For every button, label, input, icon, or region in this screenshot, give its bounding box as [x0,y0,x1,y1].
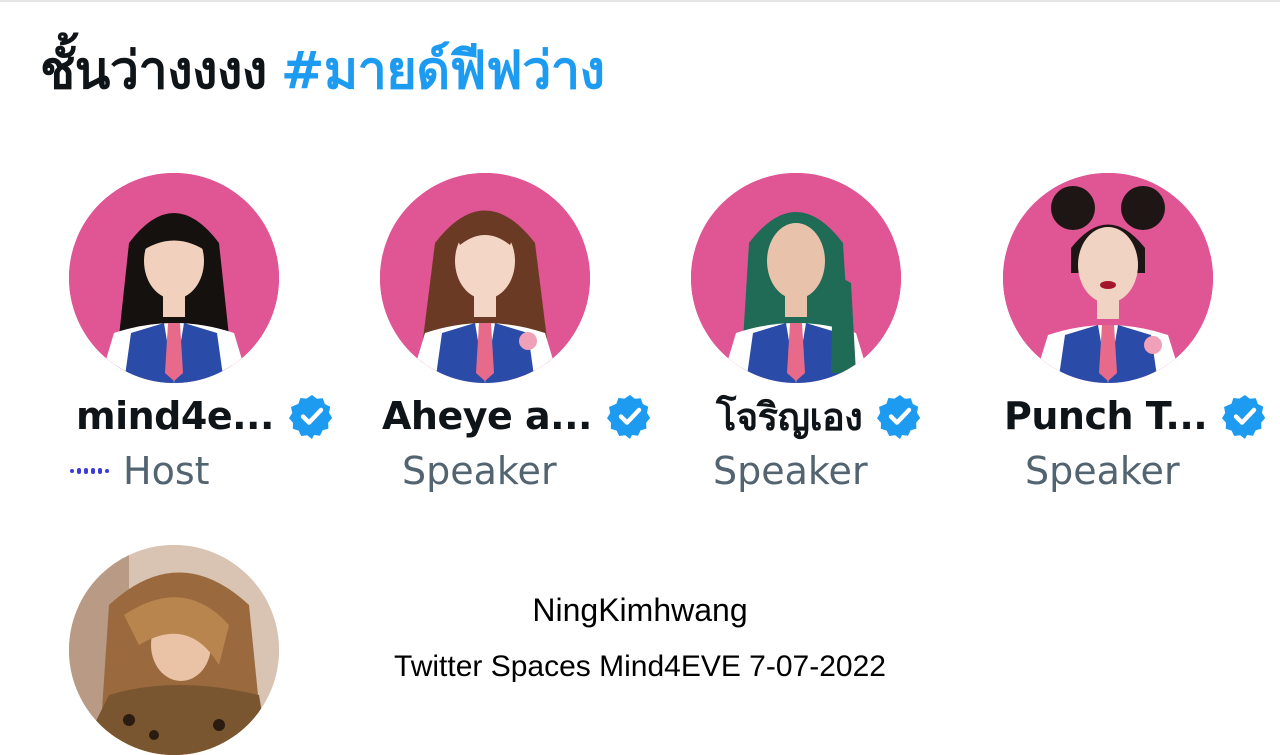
space-hashtag-link[interactable]: #มายด์ฟีฟว่าง [281,41,605,101]
verified-badge-icon [606,395,651,439]
participant-name: โจริญเอง [716,394,863,439]
participant-avatar-2[interactable] [380,173,590,383]
participant-name: Aheye a... [382,394,592,438]
space-title: ชั้นว่างงงง #มายด์ฟีฟว่าง [40,28,605,111]
participant-name-row-3[interactable]: โจริญเอง [716,388,924,444]
participant-avatar-1[interactable] [69,173,279,383]
participant-role-row-1: Host [70,446,210,496]
overlay-caption-subtitle: Twitter Spaces Mind4EVE 7-07-2022 [394,650,886,683]
participant-name-row-2[interactable]: Aheye a... [382,388,654,444]
overlay-caption-title: NingKimhwang [532,592,748,628]
participant-name: Punch T... [1004,394,1208,438]
verified-badge-icon [877,395,921,439]
participant-role: Speaker [402,449,557,493]
participant-name: mind4e... [76,394,274,438]
participant-avatar-3[interactable] [691,173,901,383]
speaking-indicator-icon [70,468,109,474]
participant-role: Speaker [713,449,868,493]
verified-badge-icon [1222,395,1266,439]
participant-role: Speaker [1025,449,1180,493]
participant-role: Host [123,449,210,493]
participant-role-row-3: Speaker [713,446,868,496]
verified-badge-icon [288,395,333,439]
participant-role-row-4: Speaker [1025,446,1180,496]
space-title-text: ชั้นว่างงงง [40,41,267,101]
participant-avatar-5[interactable] [69,545,279,755]
participant-name-row-1[interactable]: mind4e... [76,388,336,444]
participant-avatar-4[interactable] [1003,173,1213,383]
participant-role-row-2: Speaker [402,446,557,496]
top-divider [0,0,1280,2]
participant-name-row-4[interactable]: Punch T... [1004,388,1269,444]
